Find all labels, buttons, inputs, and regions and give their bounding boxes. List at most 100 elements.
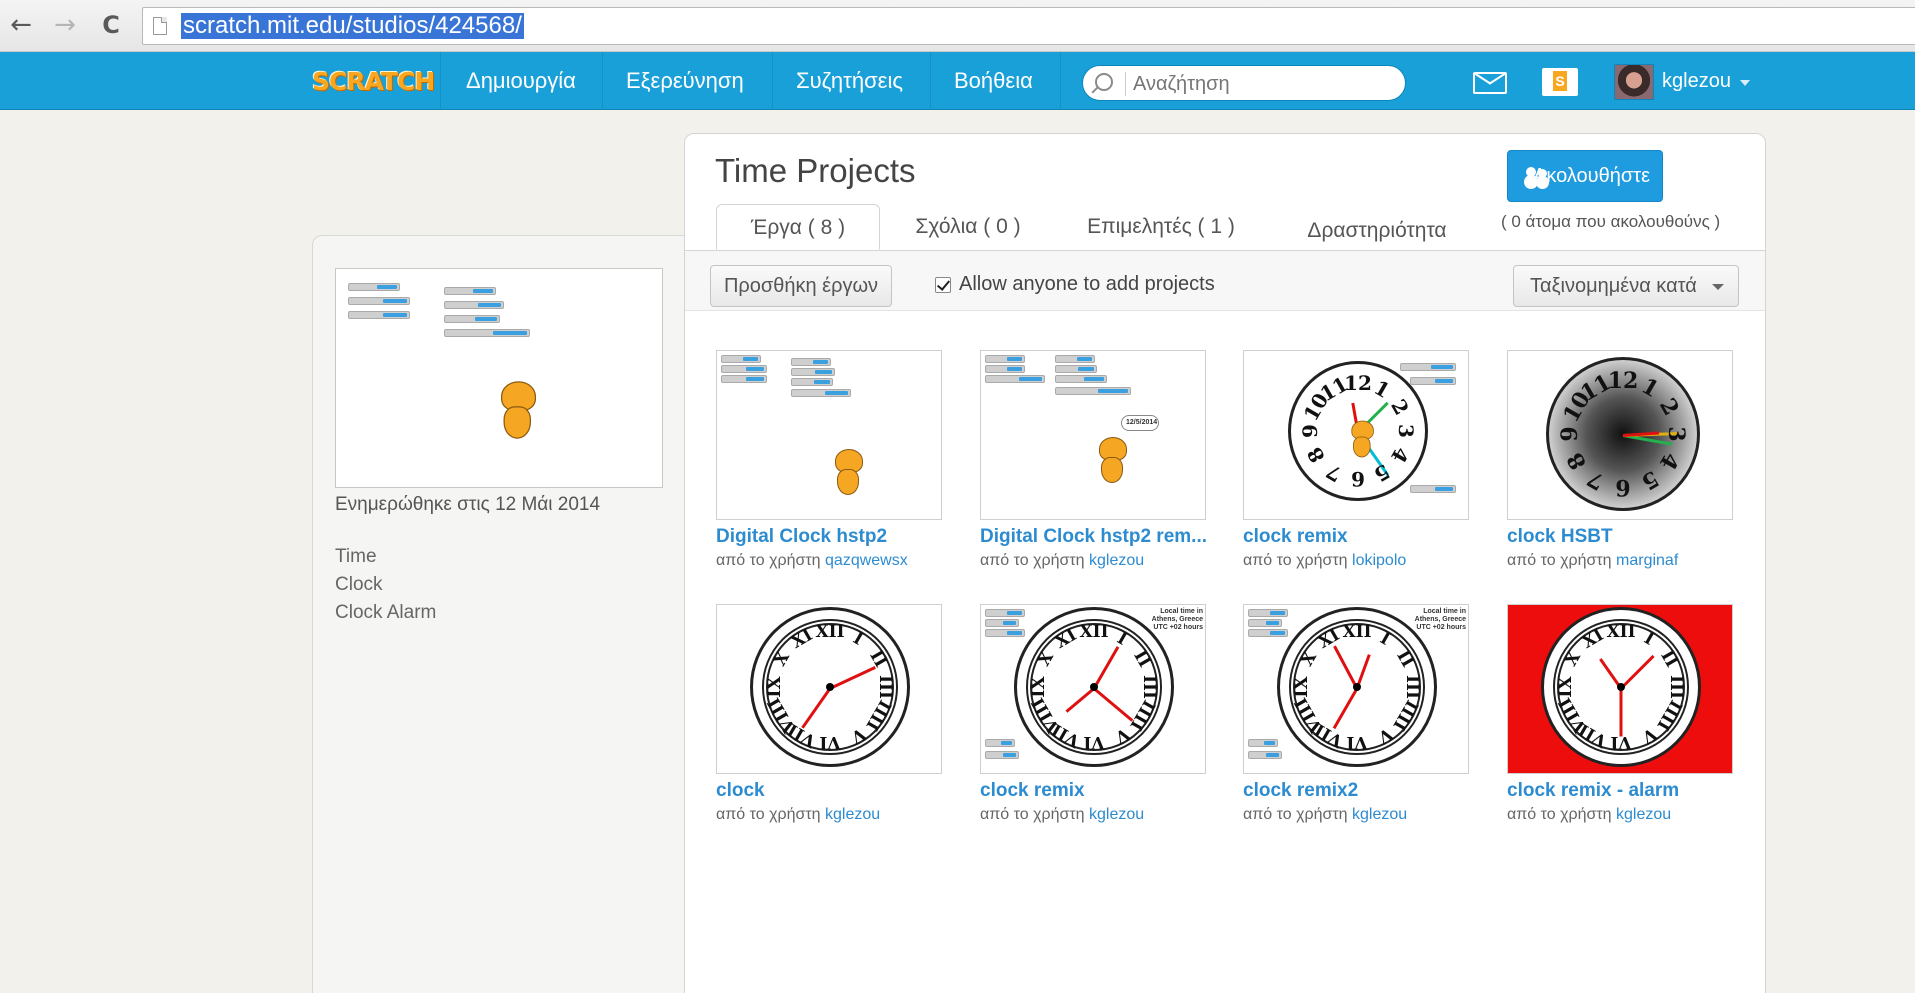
nav-create[interactable]: Δημιουργία xyxy=(466,52,576,110)
variable-monitor xyxy=(444,315,500,323)
project-title[interactable]: Digital Clock hstp2 xyxy=(716,526,956,548)
clock-numeral: 7 xyxy=(1583,465,1610,496)
project-title[interactable]: clock HSBT xyxy=(1507,526,1747,548)
variable-monitor xyxy=(985,365,1025,373)
clock-numeral: VI xyxy=(1083,732,1105,753)
clock-numeral: 7 xyxy=(1321,458,1346,487)
clock-numeral: XII xyxy=(1342,621,1372,642)
project-thumbnail[interactable]: XII I II III IIII V VI VII VIII IX X XI xyxy=(1507,604,1733,774)
browser-toolbar: ← → C scratch.mit.edu/studios/424568/ xyxy=(0,0,1915,52)
project-author[interactable]: kglezou xyxy=(825,806,880,823)
project-author[interactable]: qazqwewsx xyxy=(825,552,908,569)
url-text[interactable]: scratch.mit.edu/studios/424568/ xyxy=(181,13,524,39)
project-card[interactable]: 12 1 2 3 4 5 6 7 8 9 10 11 clock HSBT από το χρήστη… xyxy=(1507,350,1733,580)
clock-numeral: 8 xyxy=(1302,443,1331,468)
project-thumbnail[interactable]: XII I II III IIII V VI VII VIII IX X XI xyxy=(716,604,942,774)
by-prefix: από το χρήστη xyxy=(980,806,1085,823)
project-title[interactable]: clock remix - alarm xyxy=(1507,780,1747,802)
speech-bubble: 12/5/2014 xyxy=(1121,415,1159,431)
nav-divider xyxy=(930,52,931,110)
project-author[interactable]: lokipolo xyxy=(1352,552,1406,569)
search-icon[interactable] xyxy=(1095,73,1113,91)
project-byline: από το χρήστη kglezou xyxy=(1507,806,1671,824)
avatar[interactable] xyxy=(1614,64,1654,100)
clock-numeral: 9 xyxy=(1556,426,1583,442)
allow-anyone-label: Allow anyone to add projects xyxy=(959,273,1215,295)
by-prefix: από το χρήστη xyxy=(1507,552,1612,569)
nav-help[interactable]: Βοήθεια xyxy=(954,52,1033,110)
bubble-text: 12/5/2014 xyxy=(1126,419,1158,426)
project-card[interactable]: Digital Clock hstp2 από το χρήστη qazqwe… xyxy=(716,350,942,580)
sort-label: Ταξινομημένα κατά xyxy=(1530,275,1697,297)
clock-numeral: 1 xyxy=(1636,372,1663,403)
project-title[interactable]: clock xyxy=(716,780,956,802)
project-thumbnail[interactable] xyxy=(716,350,942,520)
variable-monitor xyxy=(1055,365,1097,373)
back-icon[interactable]: ← xyxy=(6,10,36,40)
variable-monitor xyxy=(1248,629,1288,637)
by-prefix: από το χρήστη xyxy=(980,552,1085,569)
variable-monitor xyxy=(791,378,833,386)
clock-hand xyxy=(1619,688,1623,737)
project-title[interactable]: clock remix xyxy=(1243,526,1483,548)
studio-info-panel: Ενημερώθηκε στις 12 Μάι 2014 Time Clock … xyxy=(312,235,688,993)
variable-monitor xyxy=(348,283,400,291)
project-thumbnail[interactable]: 12/5/2014 xyxy=(980,350,1206,520)
project-author[interactable]: kglezou xyxy=(1616,806,1671,823)
project-card[interactable]: 12 1 2 3 4 5 6 7 8 9 10 11 clock remix από το χρήστ… xyxy=(1243,350,1469,580)
search-input[interactable] xyxy=(1133,70,1393,98)
project-thumbnail[interactable]: XII I II III IIII V VI VII VIII IX X XI Local time … xyxy=(980,604,1206,774)
project-author[interactable]: kglezou xyxy=(1352,806,1407,823)
project-title[interactable]: clock remix xyxy=(980,780,1220,802)
add-projects-button[interactable]: Προσθήκη έργων xyxy=(710,265,892,307)
project-author[interactable]: marginaf xyxy=(1616,552,1678,569)
reload-icon[interactable]: C xyxy=(96,10,126,40)
project-author[interactable]: kglezou xyxy=(1089,552,1144,569)
tab-comments[interactable]: Σχόλια ( 0 ) xyxy=(903,204,1033,250)
variable-monitor xyxy=(1248,609,1288,617)
nav-discuss[interactable]: Συζητήσεις xyxy=(796,52,903,110)
follow-button[interactable]: Ακολουθήστε xyxy=(1507,150,1663,202)
address-bar[interactable]: scratch.mit.edu/studios/424568/ xyxy=(142,7,1915,45)
chevron-down-icon[interactable] xyxy=(1740,80,1750,86)
project-card[interactable]: 12/5/2014 Digital Clock hstp2 rem... από… xyxy=(980,350,1207,580)
project-title[interactable]: Digital Clock hstp2 rem... xyxy=(980,526,1220,548)
project-card[interactable]: XII I II III IIII V VI VII VIII IX X XI Local time … xyxy=(980,604,1206,834)
tab-activity[interactable]: Δραστηριότητα xyxy=(1287,208,1467,254)
project-title[interactable]: clock remix2 xyxy=(1243,780,1483,802)
tag: Clock xyxy=(335,574,383,595)
variable-monitor xyxy=(791,389,851,397)
tab-projects[interactable]: Έργα ( 8 ) xyxy=(716,204,880,250)
nav-explore[interactable]: Εξερεύνηση xyxy=(626,52,744,110)
clock-numeral: III xyxy=(875,675,896,699)
project-thumbnail[interactable]: 12 1 2 3 4 5 6 7 8 9 10 11 xyxy=(1243,350,1469,520)
project-card[interactable]: XII I II III IIII V VI VII VIII IX X XI clock remix… xyxy=(1507,604,1733,834)
messages-icon[interactable] xyxy=(1473,72,1507,94)
scratch-logo[interactable]: SCRATCH xyxy=(312,65,435,98)
variable-monitor xyxy=(1400,363,1456,371)
my-stuff-icon[interactable] xyxy=(1542,68,1578,96)
sort-dropdown[interactable]: Ταξινομημένα κατά xyxy=(1513,265,1739,307)
forward-icon[interactable]: → xyxy=(50,10,80,40)
by-prefix: από το χρήστη xyxy=(1507,806,1612,823)
allow-anyone-checkbox[interactable] xyxy=(935,277,951,293)
project-thumbnail[interactable]: 12 1 2 3 4 5 6 7 8 9 10 11 xyxy=(1507,350,1733,520)
tab-curators[interactable]: Επιμελητές ( 1 ) xyxy=(1063,204,1259,250)
studio-panel: Time Projects Ακολουθήστε ( 0 άτομα που … xyxy=(684,133,1766,993)
project-card[interactable]: XII I II III IIII V VI VII VIII IX X XI Local time … xyxy=(1243,604,1469,834)
nav-divider xyxy=(772,52,773,110)
project-author[interactable]: kglezou xyxy=(1089,806,1144,823)
username[interactable]: kglezou xyxy=(1662,52,1731,110)
time-label: Local time in Athens, Greece UTC +02 hou… xyxy=(1151,608,1203,631)
clock-numeral: 2 xyxy=(1385,394,1414,419)
clock-numeral: IX xyxy=(1555,676,1576,698)
variable-monitor xyxy=(1248,619,1282,627)
project-card[interactable]: XII I II III IIII V VI VII VIII IX X XI clock από τ… xyxy=(716,604,942,834)
clock-numeral: 3 xyxy=(1394,424,1419,438)
variable-monitor xyxy=(444,287,496,295)
clock-center xyxy=(1617,683,1625,691)
search-box[interactable] xyxy=(1082,65,1406,101)
project-thumbnail[interactable]: XII I II III IIII V VI VII VIII IX X XI Local time … xyxy=(1243,604,1469,774)
variable-monitor xyxy=(1248,739,1278,747)
variable-monitor xyxy=(985,739,1015,747)
